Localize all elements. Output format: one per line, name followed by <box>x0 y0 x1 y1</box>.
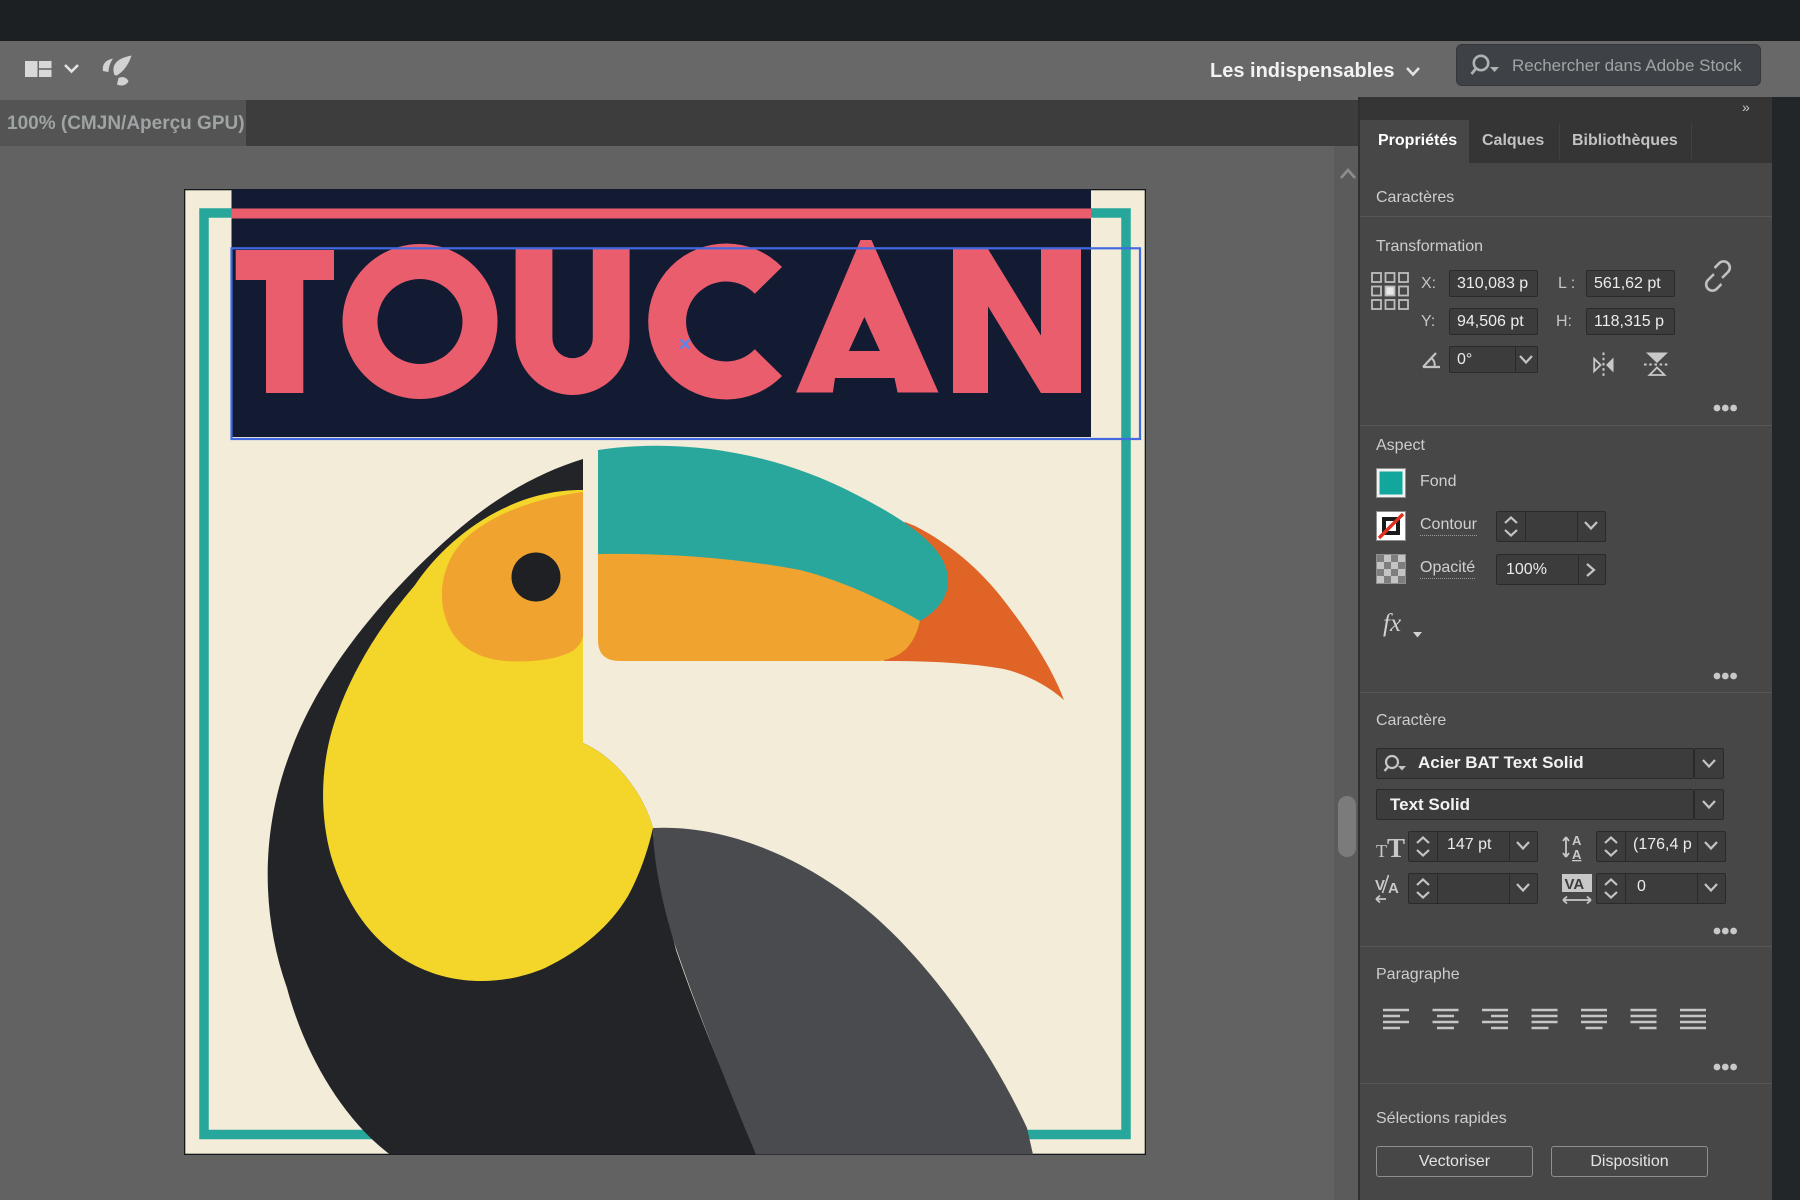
svg-text:VA: VA <box>1565 876 1585 893</box>
svg-text:A: A <box>1572 833 1582 848</box>
svg-text:A: A <box>1572 847 1582 862</box>
svg-text:A: A <box>1388 880 1399 897</box>
